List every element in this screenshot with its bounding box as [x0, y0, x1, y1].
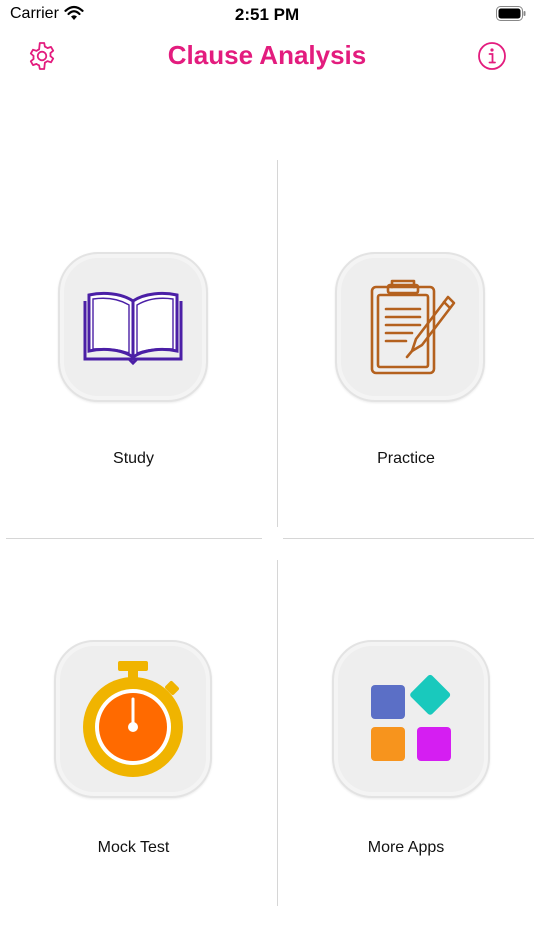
- tile-label-practice: Practice: [377, 450, 435, 467]
- more-apps-tile-icon: [332, 640, 490, 798]
- tile-mock-test[interactable]: Mock Test: [0, 560, 267, 906]
- status-time: 2:51 PM: [234, 5, 300, 24]
- tile-more-apps[interactable]: More Apps: [278, 560, 534, 906]
- tile-study[interactable]: Study: [0, 160, 267, 530]
- navigation-bar: Clause Analysis: [0, 30, 534, 80]
- info-button[interactable]: [474, 38, 510, 74]
- practice-tile-icon: [335, 252, 485, 402]
- tile-label-more-apps: More Apps: [367, 839, 445, 856]
- book-icon: [83, 291, 183, 366]
- study-tile-icon: [58, 252, 208, 402]
- status-bar: Carrier 2:51 PM: [0, 0, 534, 30]
- tile-label-mock-test: Mock Test: [97, 839, 170, 856]
- clipboard-pen-icon: [370, 279, 456, 375]
- grid-divider-horizontal-right: [283, 538, 534, 539]
- grid-divider-horizontal-left: [6, 538, 262, 539]
- stopwatch-icon: [83, 661, 183, 777]
- mock-test-tile-icon: [54, 640, 212, 798]
- tile-label-study: Study: [113, 450, 154, 467]
- battery-icon: [496, 6, 526, 21]
- page-title: Clause Analysis: [167, 40, 367, 70]
- apps-grid-icon: [371, 674, 451, 761]
- tile-practice[interactable]: Practice: [278, 160, 534, 530]
- info-icon: [478, 42, 506, 70]
